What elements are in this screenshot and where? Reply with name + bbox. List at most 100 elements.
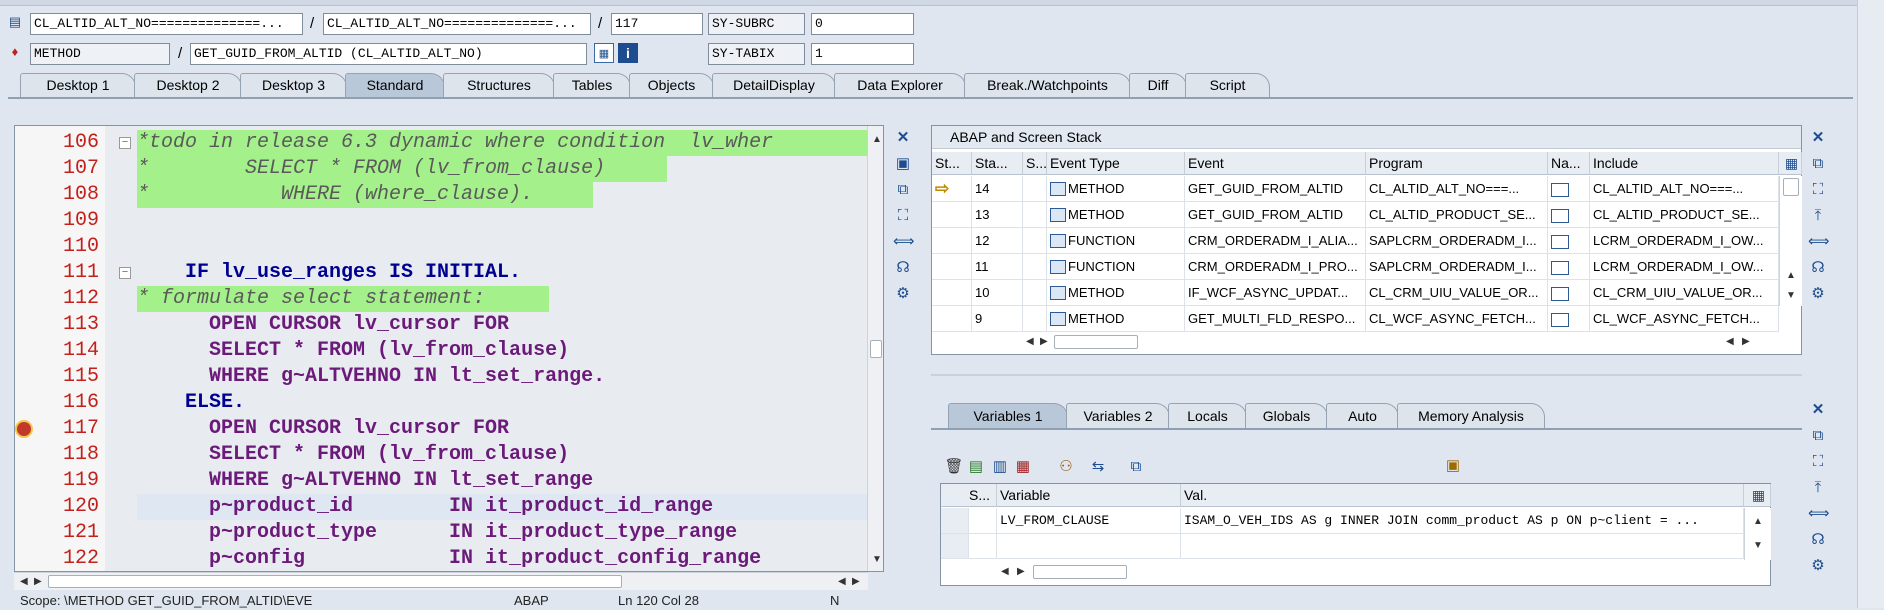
services-icon[interactable]: ⚙ [1808, 284, 1828, 304]
stack-scroll-thumb[interactable] [1783, 178, 1799, 196]
maximize-icon[interactable]: ⛶ [893, 206, 913, 226]
event-cell[interactable]: GET_GUID_FROM_ALTID [1185, 202, 1366, 228]
variable-name-input[interactable] [997, 534, 1181, 559]
tab-tables[interactable]: Tables [553, 73, 631, 97]
vars-hscroll[interactable]: ◀ ▶ [997, 563, 1127, 581]
tab-desktop-2[interactable]: Desktop 2 [134, 73, 242, 97]
expand-horizontal-icon[interactable]: ⟺ [893, 232, 915, 252]
code-line[interactable]: 108 * WHERE (where_clause). [15, 182, 883, 208]
code-line[interactable]: 114 SELECT * FROM (lv_from_clause) [15, 338, 883, 364]
stack-level-cell[interactable]: 13 [972, 202, 1023, 228]
code-text[interactable]: p~config IN it_product_config_range [137, 546, 761, 571]
tab-detaildisplay[interactable]: DetailDisplay [712, 73, 836, 97]
include-cell[interactable]: CL_WCF_ASYNC_FETCH... [1590, 306, 1779, 332]
column-header[interactable]: Program [1366, 152, 1548, 175]
navigate-icon[interactable] [1551, 208, 1569, 223]
program-cell[interactable]: CL_ALTID_PRODUCT_SE... [1366, 202, 1548, 228]
code-text[interactable]: WHERE g~ALTVEHNO IN lt_set_range [137, 468, 593, 494]
row-selector[interactable] [941, 534, 969, 559]
tab-variables-1[interactable]: Variables 1 [948, 403, 1068, 428]
column-header[interactable]: Sta... [972, 152, 1023, 175]
navigate-icon[interactable] [1551, 234, 1569, 249]
tab-diff[interactable]: Diff [1129, 73, 1187, 97]
editor-horizontal-scrollbar[interactable]: ◀ ▶ ◀ ▶ [14, 572, 868, 590]
scroll-right-arrow-end[interactable]: ▶ [852, 576, 860, 587]
maximize-icon[interactable]: ⛶ [1808, 180, 1828, 200]
program-cell[interactable]: CL_WCF_ASYNC_FETCH... [1366, 306, 1548, 332]
expand-horizontal-icon[interactable]: ⟺ [1808, 232, 1830, 252]
event-type-cell[interactable]: METHOD [1047, 202, 1185, 228]
code-line[interactable]: 110 [15, 234, 883, 260]
event-type-cell[interactable]: METHOD [1047, 176, 1185, 202]
code-line[interactable]: 113 OPEN CURSOR lv_cursor FOR [15, 312, 883, 338]
navigate-cell[interactable] [1548, 228, 1590, 254]
breakpoint-icon[interactable] [15, 420, 33, 438]
scroll-left-arrow-end[interactable]: ◀ [838, 576, 846, 587]
stack-right-hscroll[interactable]: ◀ ▶ [1722, 333, 1762, 351]
navigate-icon[interactable] [1551, 286, 1569, 301]
headset-icon[interactable]: ☊ [893, 258, 913, 278]
tab-auto[interactable]: Auto [1326, 403, 1399, 428]
headset-icon[interactable]: ☊ [1808, 258, 1828, 278]
screen-flag-cell[interactable] [1023, 280, 1047, 306]
scroll-down-arrow[interactable]: ▼ [1786, 290, 1796, 301]
current-marker-cell[interactable] [932, 306, 972, 332]
code-line[interactable]: 121 p~product_type IN it_product_type_ra… [15, 520, 883, 546]
hierarchy-icon[interactable]: ⚇ [1056, 457, 1076, 477]
swap-tool-icon[interactable]: ⧉ [1808, 426, 1828, 446]
navigate-cell[interactable] [1548, 176, 1590, 202]
event-type-cell[interactable]: FUNCTION [1047, 254, 1185, 280]
editor-scroll-thumb[interactable] [870, 340, 882, 358]
program-cell[interactable]: SAPLCRM_ORDERADM_I... [1366, 228, 1548, 254]
column-header[interactable]: S... [1023, 152, 1047, 175]
code-line[interactable]: 122 p~config IN it_product_config_range [15, 546, 883, 571]
variable-value-cell[interactable] [1181, 534, 1744, 559]
stack-level-cell[interactable]: 14 [972, 176, 1023, 202]
code-line[interactable]: 112 * formulate select statement: [15, 286, 883, 312]
current-marker-cell[interactable] [932, 254, 972, 280]
vars-vertical-scrollbar[interactable]: ▲ ▼ [1744, 508, 1771, 560]
tab-desktop-1[interactable]: Desktop 1 [20, 73, 136, 97]
column-header[interactable]: Event Type [1047, 152, 1185, 175]
code-text[interactable]: SELECT * FROM (lv_from_clause) [137, 442, 569, 468]
close-icon[interactable]: ✕ [1808, 400, 1828, 420]
code-line[interactable]: 118 SELECT * FROM (lv_from_clause) [15, 442, 883, 468]
code-text[interactable]: OPEN CURSOR lv_cursor FOR [137, 416, 509, 442]
tab-standard[interactable]: Standard [345, 73, 445, 97]
include-cell[interactable]: CL_ALTID_PRODUCT_SE... [1590, 202, 1779, 228]
navigate-icon[interactable] [1551, 182, 1569, 197]
scroll-right-arrow[interactable]: ▶ [34, 576, 42, 587]
column-header[interactable]: Variable [997, 484, 1181, 507]
scroll-down-arrow[interactable]: ▼ [872, 554, 882, 565]
tab-variables-2[interactable]: Variables 2 [1066, 403, 1170, 428]
current-marker-cell[interactable] [932, 202, 972, 228]
close-icon[interactable]: ✕ [893, 128, 913, 148]
screen-flag-cell[interactable] [1023, 228, 1047, 254]
splitter[interactable] [931, 374, 1802, 376]
stack-level-cell[interactable]: 12 [972, 228, 1023, 254]
column-header[interactable]: Val. [1181, 484, 1744, 507]
headset-icon[interactable]: ☊ [1808, 530, 1828, 550]
event-cell[interactable]: IF_WCF_ASYNC_UPDAT... [1185, 280, 1366, 306]
display-source-icon[interactable]: ▦ [594, 43, 614, 63]
screen-flag-cell[interactable] [1023, 306, 1047, 332]
event-type-cell[interactable]: METHOD [1047, 280, 1185, 306]
current-marker-cell[interactable]: ⇨ [932, 176, 972, 202]
info-icon[interactable]: i [618, 43, 638, 63]
expand-horizontal-icon[interactable]: ⟺ [1808, 504, 1830, 524]
stack-level-cell[interactable]: 11 [972, 254, 1023, 280]
code-text[interactable]: WHERE g~ALTVEHNO IN lt_set_range. [137, 364, 605, 390]
include-cell[interactable]: CL_CRM_UIU_VALUE_OR... [1590, 280, 1779, 306]
scroll-left-arrow[interactable]: ◀ [1001, 566, 1009, 577]
code-text[interactable]: *todo in release 6.3 dynamic where condi… [137, 130, 773, 156]
source-code-editor[interactable]: 106 *todo in release 6.3 dynamic where co… [14, 125, 884, 572]
include-cell[interactable]: LCRM_ORDERADM_I_OW... [1590, 254, 1779, 280]
editor-hscroll-thumb[interactable] [48, 575, 622, 588]
stack-vertical-scrollbar[interactable]: ▲ ▼ [1779, 176, 1802, 306]
code-line[interactable]: 111 IF lv_use_ranges IS INITIAL. − [15, 260, 883, 286]
stack-hscroll-thumb[interactable] [1054, 335, 1138, 349]
code-text[interactable]: * SELECT * FROM (lv_from_clause) [137, 156, 605, 182]
code-text[interactable]: SELECT * FROM (lv_from_clause) [137, 338, 569, 364]
code-line[interactable]: 117 OPEN CURSOR lv_cursor FOR [15, 416, 883, 442]
expand-vertical-icon[interactable]: ⤒ [1808, 478, 1828, 498]
